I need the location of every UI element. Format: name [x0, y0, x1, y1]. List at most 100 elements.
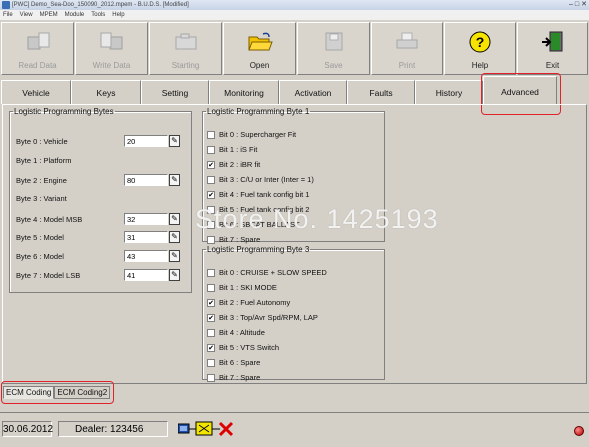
tab-history[interactable]: History — [415, 80, 483, 104]
checkbox-box[interactable] — [207, 205, 215, 214]
byte7-field[interactable]: 41 — [124, 269, 168, 281]
menu-mpem[interactable]: MPEM — [40, 10, 58, 20]
checkbox-box[interactable]: ✔ — [207, 313, 215, 322]
open-folder-icon — [247, 31, 273, 53]
read-data-label: Read Data — [18, 61, 57, 70]
read-data-icon — [25, 31, 51, 53]
print-button[interactable]: Print — [371, 22, 443, 75]
edit-icon[interactable]: ✎ — [169, 213, 180, 225]
edit-icon[interactable]: ✎ — [169, 250, 180, 262]
bit-label: Bit 1 : SKI MODE — [219, 283, 277, 292]
bit-checkbox[interactable]: Bit 0 : CRUISE + SLOW SPEED — [207, 268, 327, 277]
bit-label: Bit 7 : Spare — [219, 235, 261, 244]
group-title: Logistic Programming Bytes — [14, 107, 114, 116]
checkbox-box[interactable]: ✔ — [207, 343, 215, 352]
checkbox-box[interactable]: ✔ — [207, 298, 215, 307]
menu-tools[interactable]: Tools — [91, 10, 105, 20]
edit-icon[interactable]: ✎ — [169, 231, 180, 243]
bit-checkbox[interactable]: Bit 0 : Supercharger Fit — [207, 130, 296, 139]
tab-keys[interactable]: Keys — [71, 80, 141, 104]
checkbox-box[interactable]: ✔ — [207, 190, 215, 199]
bit-checkbox[interactable]: Bit 4 : Altitude — [207, 328, 265, 337]
bit-checkbox[interactable]: Bit 6 : SBCAT BALLAST — [207, 220, 300, 229]
bit-checkbox[interactable]: ✔ Bit 2 : Fuel Autonomy — [207, 298, 290, 307]
checkbox-box[interactable] — [207, 235, 215, 244]
bit-checkbox[interactable]: Bit 1 : SKI MODE — [207, 283, 277, 292]
checkbox-box[interactable] — [207, 268, 215, 277]
checkbox-box[interactable]: ✔ — [207, 160, 215, 169]
menu-view[interactable]: View — [20, 10, 33, 20]
help-icon: ? — [467, 31, 493, 53]
menu-module[interactable]: Module — [65, 10, 85, 20]
tab-activation[interactable]: Activation — [279, 80, 347, 104]
byte-row-label: Byte 2 : Engine — [16, 176, 67, 185]
help-button[interactable]: ? Help — [444, 22, 516, 75]
bit-label: Bit 6 : Spare — [219, 358, 261, 367]
checkbox-box[interactable] — [207, 283, 215, 292]
logistic-programming-bytes-group: Logistic Programming Bytes Byte 0 : Vehi… — [9, 107, 192, 293]
edit-icon[interactable]: ✎ — [169, 174, 180, 186]
starting-button[interactable]: Starting — [149, 22, 222, 75]
close-icon[interactable]: ✕ — [581, 0, 587, 10]
bit-label: Bit 5 : Fuel tank config bit 2 — [219, 205, 310, 214]
byte2-field[interactable]: 80 — [124, 174, 168, 186]
byte5-field[interactable]: 31 — [124, 231, 168, 243]
group-title: Logistic Programming Byte 1 — [207, 107, 310, 116]
write-data-button[interactable]: Write Data — [75, 22, 148, 75]
bit-checkbox[interactable]: ✔ Bit 5 : VTS Switch — [207, 343, 279, 352]
tab-faults[interactable]: Faults — [347, 80, 415, 104]
status-dealer: Dealer: 123456 — [58, 421, 168, 437]
maximize-icon[interactable]: □ — [575, 0, 579, 10]
svg-text:?: ? — [476, 34, 485, 50]
read-data-button[interactable]: Read Data — [1, 22, 74, 75]
bit-checkbox[interactable]: ✔ Bit 3 : Top/Avr Spd/RPM, LAP — [207, 313, 318, 322]
bit-checkbox[interactable]: ✔ Bit 2 : iBR fit — [207, 160, 260, 169]
byte-row-label: Byte 0 : Vehicle — [16, 137, 68, 146]
byte4-field[interactable]: 32 — [124, 213, 168, 225]
menu-file[interactable]: File — [3, 10, 13, 20]
bit-checkbox[interactable]: ✔ Bit 4 : Fuel tank config bit 1 — [207, 190, 309, 199]
checkbox-box[interactable] — [207, 220, 215, 229]
open-button[interactable]: Open — [223, 22, 296, 75]
bit-checkbox[interactable]: Bit 5 : Fuel tank config bit 2 — [207, 205, 309, 214]
bit-checkbox[interactable]: Bit 3 : C/U or Inter (Inter = 1) — [207, 175, 314, 184]
exit-button[interactable]: Exit — [517, 22, 588, 75]
help-label: Help — [471, 61, 489, 70]
byte6-field[interactable]: 43 — [124, 250, 168, 262]
bit-label: Bit 4 : Altitude — [219, 328, 265, 337]
byte-row-label: Byte 1 : Platform — [16, 156, 72, 165]
checkbox-box[interactable] — [207, 175, 215, 184]
checkbox-box[interactable] — [207, 130, 215, 139]
menu-help[interactable]: Help — [112, 10, 124, 20]
app-icon — [2, 1, 10, 9]
bit-checkbox[interactable]: Bit 7 : Spare — [207, 373, 260, 382]
tab-setting[interactable]: Setting — [141, 80, 209, 104]
tab-monitoring[interactable]: Monitoring — [209, 80, 279, 104]
bit-checkbox[interactable]: Bit 1 : iS Fit — [207, 145, 257, 154]
byte0-field[interactable]: 20 — [124, 135, 168, 147]
save-disk-icon — [321, 31, 347, 53]
print-label: Print — [398, 61, 416, 70]
bit-checkbox[interactable]: Bit 6 : Spare — [207, 358, 260, 367]
edit-icon[interactable]: ✎ — [169, 135, 180, 147]
tab-vehicle[interactable]: Vehicle — [1, 80, 71, 104]
minimize-icon[interactable]: – — [569, 0, 573, 10]
edit-icon[interactable]: ✎ — [169, 269, 180, 281]
bit-checkbox[interactable]: Bit 7 : Spare — [207, 235, 260, 244]
window-title: [PWC] Demo_Sea-Doo_150090_2012.mpem - B.… — [12, 2, 189, 8]
byte-row-label: Byte 6 : Model — [16, 252, 64, 261]
checkbox-box[interactable] — [207, 358, 215, 367]
byte-row-label: Byte 5 : Model — [16, 233, 64, 242]
save-label: Save — [324, 61, 343, 70]
save-button[interactable]: Save — [297, 22, 370, 75]
checkbox-box[interactable] — [207, 373, 215, 382]
checkbox-box[interactable] — [207, 145, 215, 154]
title-bar: [PWC] Demo_Sea-Doo_150090_2012.mpem - B.… — [0, 0, 589, 10]
exit-label: Exit — [545, 61, 560, 70]
exit-door-icon — [540, 31, 566, 53]
status-date: 30.06.2012 — [2, 421, 53, 437]
bit-label: Bit 4 : Fuel tank config bit 1 — [219, 190, 310, 199]
checkbox-box[interactable] — [207, 328, 215, 337]
bit-label: Bit 2 : iBR fit — [219, 160, 261, 169]
bit-label: Bit 3 : Top/Avr Spd/RPM, LAP — [219, 313, 318, 322]
